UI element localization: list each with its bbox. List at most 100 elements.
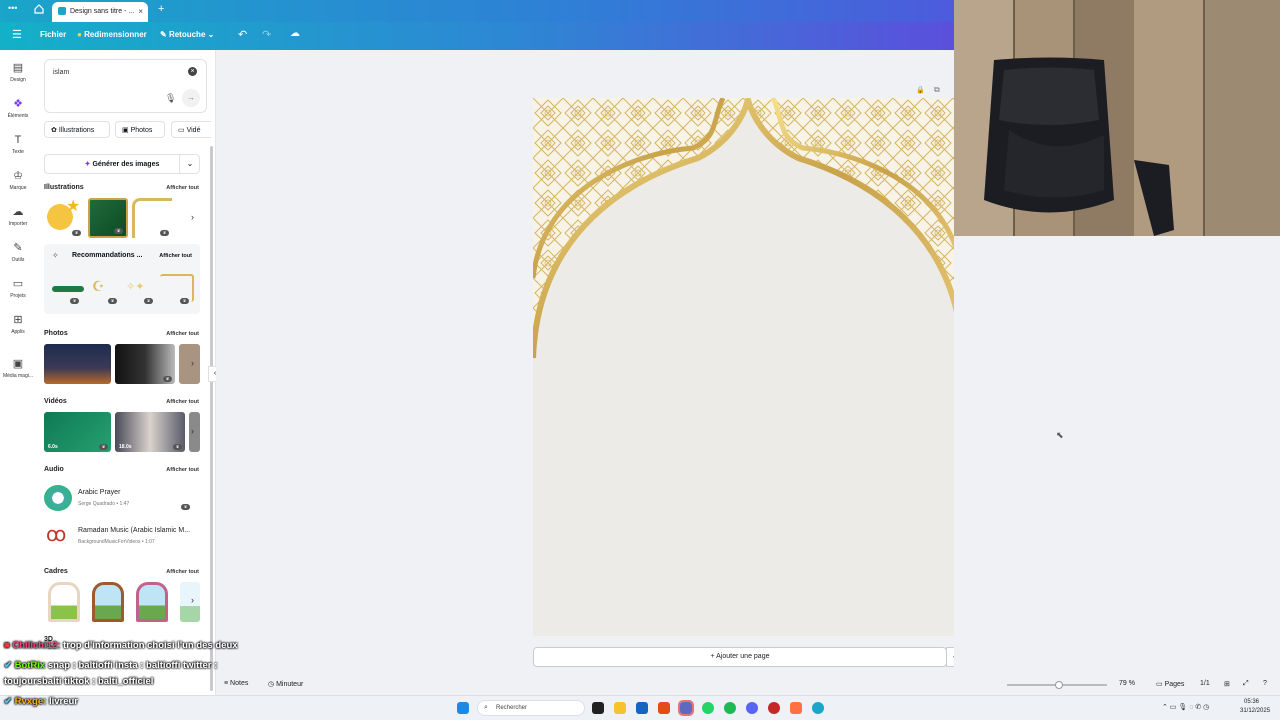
section-title-recommendations: Recommandations ... xyxy=(72,252,143,259)
layout-icon: ▤ xyxy=(12,62,24,74)
recommendation-item[interactable] xyxy=(160,274,194,302)
add-page-button[interactable]: + Ajouter une page xyxy=(533,647,947,667)
recommendation-item[interactable] xyxy=(52,286,84,292)
ramadan-music-icon: ꝏ xyxy=(46,524,67,546)
generate-images-button[interactable]: ✦ Générer des images xyxy=(44,154,200,174)
home-icon[interactable] xyxy=(34,4,44,17)
zoom-level[interactable]: 79 % xyxy=(1119,680,1135,687)
recommendation-item[interactable]: ✧✦ xyxy=(126,280,152,300)
frame-arch-pink[interactable] xyxy=(136,582,168,622)
system-tray-icons[interactable]: ⌃ ▭ 🎙 ◌ ✆ ◷ xyxy=(1162,703,1209,711)
clear-search-icon[interactable]: × xyxy=(188,67,197,76)
filter-videos[interactable]: ▭ Vidé xyxy=(171,121,211,138)
audio-item[interactable]: Arabic Prayer Serge Quadrado • 1:47 ♛ xyxy=(44,484,204,512)
microphone-icon[interactable]: 🎙 xyxy=(165,93,176,104)
rail-label: Applis xyxy=(11,329,25,335)
lock-icon[interactable]: 🔒 xyxy=(916,86,925,94)
app-icon[interactable] xyxy=(768,702,780,714)
video-woman-hijab[interactable]: 18.0s ♛ xyxy=(115,412,185,452)
file-menu[interactable]: Fichier xyxy=(40,30,66,39)
search-box[interactable]: islam × 🎙 → xyxy=(44,59,207,113)
discord-icon[interactable] xyxy=(746,702,758,714)
crown-icon: ♛ xyxy=(114,228,123,234)
new-tab-button[interactable]: + xyxy=(158,3,164,15)
fullscreen-icon[interactable]: ⤢ xyxy=(1243,680,1249,688)
clock-time[interactable]: 05:36 xyxy=(1244,699,1259,705)
canva-app-icon[interactable] xyxy=(812,702,824,714)
show-all-recommendations[interactable]: Afficher tout xyxy=(159,253,192,259)
illustration-crescent-moon[interactable]: ★ ♛ xyxy=(44,196,84,238)
frame-partial[interactable] xyxy=(180,582,200,622)
spotify-icon[interactable] xyxy=(724,702,736,714)
rail-item-text[interactable]: T Texte xyxy=(0,134,36,155)
retouch-button[interactable]: ✎ Retouche ⌄ xyxy=(160,30,214,39)
rail-item-upload[interactable]: ☁ Importer xyxy=(0,206,36,227)
audio-item[interactable]: ꝏ Ramadan Music (Arabic Islamic M... Bac… xyxy=(44,522,204,550)
crown-icon: ♛ xyxy=(180,298,189,304)
close-tab-icon[interactable]: × xyxy=(138,7,143,16)
rail-item-elements[interactable]: ❖ Éléments xyxy=(0,98,36,119)
search-input[interactable]: islam xyxy=(53,69,69,76)
help-icon[interactable]: ? xyxy=(1263,680,1267,687)
grid-view-icon[interactable]: ⊞ xyxy=(1224,680,1230,688)
active-app-icon[interactable] xyxy=(678,700,694,716)
rail-item-magic-media[interactable]: ▣ Média magi... xyxy=(0,358,36,379)
next-videos-icon[interactable]: › xyxy=(191,426,194,436)
filter-illustrations[interactable]: ✿ Illustrations xyxy=(44,121,110,138)
chat-text: snap : baltioffi insta : baltioffi twitt… xyxy=(47,660,218,671)
play-icon[interactable] xyxy=(44,485,72,511)
rail-item-brand[interactable]: ♔ Marque xyxy=(0,170,36,191)
filter-photos[interactable]: ▣ Photos xyxy=(115,121,165,138)
rail-item-design[interactable]: ▤ Design xyxy=(0,62,36,83)
photo-partial[interactable] xyxy=(179,344,200,384)
brave-browser-icon[interactable] xyxy=(658,702,670,714)
app-icon[interactable] xyxy=(790,702,802,714)
show-all-videos[interactable]: Afficher tout xyxy=(166,399,199,405)
browser-tab[interactable]: Design sans titre - ... × xyxy=(52,2,148,22)
whatsapp-icon[interactable] xyxy=(702,702,714,714)
task-view-icon[interactable] xyxy=(592,702,604,714)
rail-item-tools[interactable]: ✎ Outils xyxy=(0,242,36,263)
frame-arch-brown[interactable] xyxy=(92,582,124,622)
audio-title: Ramadan Music (Arabic Islamic M... xyxy=(78,527,191,534)
undo-icon[interactable]: ↶ xyxy=(238,28,247,41)
illustration-quran[interactable]: ♛ xyxy=(88,198,128,238)
main-menu-icon[interactable]: ☰ xyxy=(12,28,22,41)
duplicate-icon[interactable]: ⧉ xyxy=(934,85,940,95)
next-frames-icon[interactable]: › xyxy=(191,595,194,605)
timer-button[interactable]: ◷ Minuteur xyxy=(268,680,303,688)
recommendation-item[interactable]: ☪ xyxy=(92,278,114,300)
photo-mosque-night[interactable] xyxy=(44,344,111,384)
frame-arch-beige[interactable] xyxy=(48,582,80,622)
notes-button[interactable]: ≡ Notes xyxy=(224,680,248,687)
show-all-photos[interactable]: Afficher tout xyxy=(166,331,199,337)
resize-button[interactable]: ● Redimensionner xyxy=(77,30,147,39)
clock-date[interactable]: 31/12/2025 xyxy=(1240,708,1270,714)
photo-prayer-hands[interactable]: ♛ xyxy=(115,344,175,384)
video-green-pattern[interactable]: 6.0s ♛ xyxy=(44,412,111,452)
next-illustrations-icon[interactable]: › xyxy=(191,212,194,222)
zoom-slider-handle[interactable] xyxy=(1055,681,1063,689)
tools-icon: ✎ xyxy=(13,242,23,254)
browser-menu-icon[interactable]: ••• xyxy=(8,3,17,13)
rail-item-apps[interactable]: ⊞ Applis xyxy=(0,314,36,335)
design-page[interactable] xyxy=(533,98,963,636)
store-icon[interactable] xyxy=(636,702,648,714)
zoom-slider[interactable] xyxy=(1007,681,1107,689)
windows-start-icon[interactable] xyxy=(457,702,469,714)
file-explorer-icon[interactable] xyxy=(614,702,626,714)
show-all-illustrations[interactable]: Afficher tout xyxy=(166,185,199,191)
show-all-frames[interactable]: Afficher tout xyxy=(166,569,199,575)
next-photos-icon[interactable]: › xyxy=(191,358,194,368)
cloud-save-icon[interactable]: ☁ xyxy=(290,28,300,39)
redo-icon[interactable]: ↷ xyxy=(262,28,271,41)
taskbar-search[interactable]: ⌕ Rechercher xyxy=(477,700,585,716)
rail-item-projects[interactable]: ▭ Projets xyxy=(0,278,36,299)
rail-label: Texte xyxy=(12,149,24,155)
panel-scrollbar[interactable] xyxy=(210,146,213,691)
search-submit-button[interactable]: → xyxy=(182,89,200,107)
illustration-gold-corner[interactable]: ♛ xyxy=(132,198,172,238)
generate-options-dropdown[interactable]: ⌄ xyxy=(179,154,200,174)
show-all-audio[interactable]: Afficher tout xyxy=(166,467,199,473)
pages-button[interactable]: ▭ Pages xyxy=(1156,680,1184,688)
